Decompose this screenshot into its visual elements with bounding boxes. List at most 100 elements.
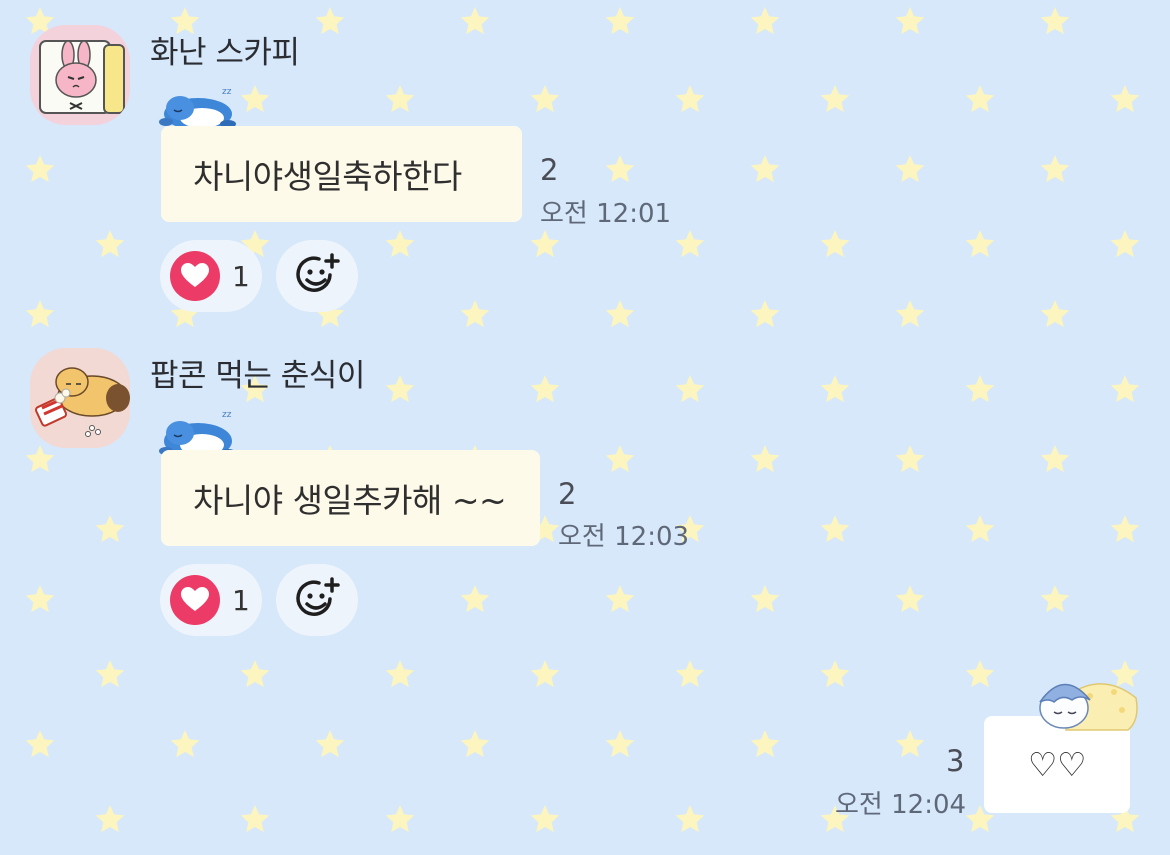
wallpaper-star xyxy=(95,515,125,543)
wallpaper-star xyxy=(820,230,850,258)
unread-count: 2 xyxy=(558,477,577,511)
wallpaper-star xyxy=(675,805,705,833)
wallpaper-star xyxy=(25,730,55,758)
message-text: 차니야생일축하한다 xyxy=(193,157,462,196)
wallpaper-star xyxy=(1110,515,1140,543)
wallpaper-star xyxy=(530,805,560,833)
heart-reaction-button[interactable]: 1 xyxy=(160,564,262,636)
wallpaper-star xyxy=(1040,300,1070,328)
popcorn-choonsik-avatar-icon xyxy=(30,348,130,448)
message-text: ♡♡ xyxy=(1027,745,1087,784)
wallpaper-star xyxy=(25,445,55,473)
wallpaper-star xyxy=(820,375,850,403)
wallpaper-star xyxy=(750,155,780,183)
wallpaper-star xyxy=(820,660,850,688)
message-text: 차니야 생일추카해 ~~ xyxy=(193,481,507,520)
wallpaper-star xyxy=(530,230,560,258)
wallpaper-star xyxy=(1040,585,1070,613)
wallpaper-star xyxy=(1040,445,1070,473)
wallpaper-star xyxy=(385,375,415,403)
add-emoji-icon xyxy=(296,577,340,616)
wallpaper-star xyxy=(240,805,270,833)
wallpaper-star xyxy=(1110,375,1140,403)
wallpaper-star xyxy=(895,730,925,758)
wallpaper-star xyxy=(605,300,635,328)
message-bubble[interactable]: 차니야생일축하한다 xyxy=(161,126,522,222)
wallpaper-star xyxy=(605,730,635,758)
wallpaper-star xyxy=(530,85,560,113)
wallpaper-star xyxy=(965,375,995,403)
wallpaper-star xyxy=(605,155,635,183)
wallpaper-star xyxy=(750,300,780,328)
wallpaper-star xyxy=(240,660,270,688)
wallpaper-star xyxy=(750,585,780,613)
wallpaper-star xyxy=(95,660,125,688)
wallpaper-star xyxy=(385,230,415,258)
wallpaper-star xyxy=(895,155,925,183)
wallpaper-star xyxy=(315,7,345,35)
add-emoji-icon xyxy=(296,253,340,292)
wallpaper-star xyxy=(895,7,925,35)
reaction-count: 1 xyxy=(232,583,250,617)
wallpaper-star xyxy=(965,660,995,688)
sender-avatar[interactable] xyxy=(30,25,130,125)
wallpaper-star xyxy=(750,730,780,758)
heart-reaction-button[interactable]: 1 xyxy=(160,240,262,312)
wallpaper-star xyxy=(605,7,635,35)
unread-count: 3 xyxy=(946,744,965,778)
wallpaper-star xyxy=(240,85,270,113)
wallpaper-star xyxy=(385,805,415,833)
add-reaction-button[interactable] xyxy=(276,240,358,312)
sender-name: 화난 스카피 xyxy=(150,35,300,71)
message-time: 오전 12:01 xyxy=(540,199,672,229)
wallpaper-star xyxy=(460,7,490,35)
sleeping-character-under-blanket-icon xyxy=(1030,672,1140,732)
sender-avatar[interactable] xyxy=(30,348,130,448)
message-time: 오전 12:04 xyxy=(835,790,967,820)
message-time: 오전 12:03 xyxy=(558,522,690,552)
wallpaper-star xyxy=(895,585,925,613)
svg-text:zz: zz xyxy=(222,87,232,97)
wallpaper-star xyxy=(965,230,995,258)
wallpaper-star xyxy=(385,660,415,688)
wallpaper-star xyxy=(750,445,780,473)
wallpaper-star xyxy=(1040,155,1070,183)
wallpaper-star xyxy=(965,515,995,543)
unread-count: 2 xyxy=(540,153,559,187)
wallpaper-star xyxy=(460,300,490,328)
wallpaper-star xyxy=(965,85,995,113)
wallpaper-star xyxy=(675,230,705,258)
heart-icon xyxy=(170,251,220,301)
angry-scarpy-bunny-avatar-icon xyxy=(30,25,130,125)
wallpaper-star xyxy=(25,155,55,183)
wallpaper-star xyxy=(675,375,705,403)
wallpaper-star xyxy=(820,515,850,543)
wallpaper-star xyxy=(1110,85,1140,113)
wallpaper-star xyxy=(895,300,925,328)
wallpaper-star xyxy=(675,85,705,113)
wallpaper-star xyxy=(530,375,560,403)
reaction-count: 1 xyxy=(232,259,250,293)
add-reaction-button[interactable] xyxy=(276,564,358,636)
wallpaper-star xyxy=(530,660,560,688)
wallpaper-star xyxy=(605,585,635,613)
wallpaper-star xyxy=(750,7,780,35)
wallpaper-star xyxy=(170,730,200,758)
wallpaper-star xyxy=(675,660,705,688)
wallpaper-star xyxy=(460,585,490,613)
sender-name: 팝콘 먹는 춘식이 xyxy=(150,358,365,394)
wallpaper-star xyxy=(820,85,850,113)
wallpaper-star xyxy=(385,85,415,113)
message-bubble[interactable]: 차니야 생일추카해 ~~ xyxy=(161,450,540,546)
wallpaper-star xyxy=(460,730,490,758)
wallpaper-star xyxy=(25,300,55,328)
wallpaper-star xyxy=(95,230,125,258)
wallpaper-star xyxy=(25,585,55,613)
wallpaper-star xyxy=(95,805,125,833)
wallpaper-star xyxy=(1110,230,1140,258)
svg-text:zz: zz xyxy=(222,410,232,420)
wallpaper-star xyxy=(315,730,345,758)
wallpaper-star xyxy=(1040,7,1070,35)
wallpaper-star xyxy=(895,445,925,473)
heart-icon xyxy=(170,575,220,625)
